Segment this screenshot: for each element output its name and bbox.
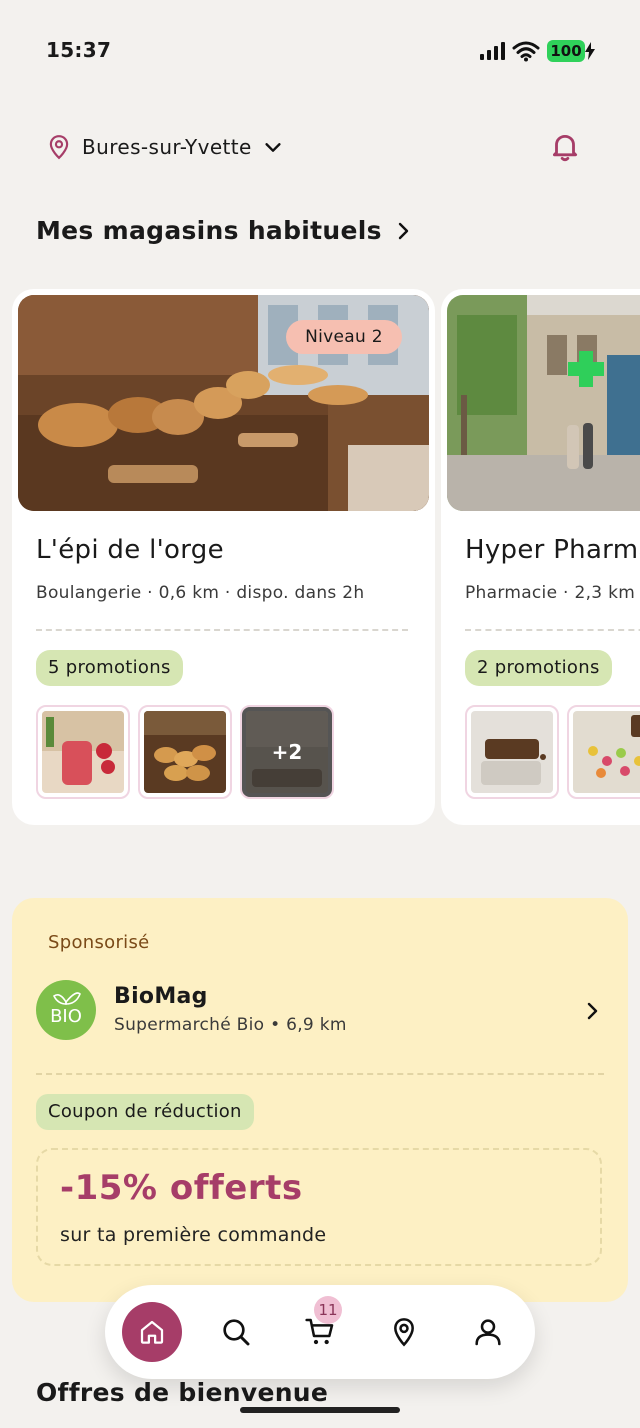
nav-profile[interactable] [458, 1302, 518, 1362]
section-title-welcome-offers[interactable]: Offres de bienvenue [36, 1378, 328, 1407]
product-thumb-candies[interactable] [567, 705, 640, 799]
cart-count-badge: 11 [314, 1296, 342, 1324]
coupon-description: sur ta première commande [60, 1224, 327, 1246]
chevron-right-icon[interactable] [584, 1000, 602, 1022]
notification-bell-icon[interactable] [548, 130, 582, 164]
battery-level: 100 [547, 40, 585, 62]
chevron-down-icon [265, 143, 281, 152]
more-products-thumb[interactable]: +2 [240, 705, 334, 799]
home-icon [140, 1320, 164, 1344]
coupon-discount: -15% offerts [60, 1168, 303, 1208]
map-pin-icon [394, 1318, 414, 1347]
store-meta: Pharmacie · 2,3 km [465, 583, 636, 603]
bottom-navigation: 11 [105, 1285, 535, 1379]
sponsored-store-sub: Supermarché Bio • 6,9 km [114, 1015, 347, 1035]
nav-home[interactable] [122, 1302, 182, 1362]
promotions-count-pill: 2 promotions [465, 650, 612, 686]
promotions-count-pill: 5 promotions [36, 650, 183, 686]
biomag-logo-text: BIO [50, 1006, 82, 1027]
sponsored-label: Sponsorisé [48, 932, 150, 953]
nav-cart[interactable]: 11 [290, 1296, 350, 1362]
charging-bolt-icon [585, 42, 595, 60]
product-thumb-viennoiseries[interactable] [138, 705, 232, 799]
divider [36, 1073, 604, 1075]
section-title-text: Offres de bienvenue [36, 1378, 329, 1407]
section-title-stores[interactable]: Mes magasins habituels [36, 216, 412, 245]
level-badge: Niveau 2 [286, 320, 402, 354]
store-name: Hyper Pharmacie [465, 535, 640, 565]
chevron-right-icon [398, 222, 409, 239]
divider [465, 629, 640, 631]
product-thumb-smoothie[interactable] [36, 705, 130, 799]
biomag-logo: BIO [36, 980, 96, 1040]
location-selector[interactable]: Bures-sur-Yvette [46, 128, 284, 166]
nav-map[interactable] [374, 1302, 434, 1362]
store-card-1[interactable]: L'épi de l'orge Boulangerie · 0,6 km · d… [12, 289, 435, 825]
wifi-icon [512, 41, 540, 62]
nav-search[interactable] [206, 1302, 266, 1362]
location-label: Bures-sur-Yvette [82, 135, 252, 159]
more-products-count: +2 [271, 740, 303, 764]
status-time: 15:37 [46, 38, 112, 62]
store-meta: Boulangerie · 0,6 km · dispo. dans 2h [36, 583, 365, 603]
section-title-text: Mes magasins habituels [36, 216, 382, 245]
product-thumb-bar[interactable] [465, 705, 559, 799]
coupon-label-pill: Coupon de réduction [36, 1094, 254, 1130]
user-icon [475, 1319, 501, 1346]
home-indicator [240, 1407, 400, 1413]
cellular-signal-icon [480, 42, 506, 60]
store-photo-pharmacy [447, 295, 640, 511]
store-card-2[interactable]: Hyper Pharmacie Pharmacie · 2,3 km 2 pro… [441, 289, 640, 825]
location-pin-icon [49, 135, 69, 160]
sponsored-store-name: BioMag [114, 984, 208, 1009]
search-icon [223, 1319, 250, 1346]
store-name: L'épi de l'orge [36, 535, 224, 565]
divider [36, 629, 408, 631]
